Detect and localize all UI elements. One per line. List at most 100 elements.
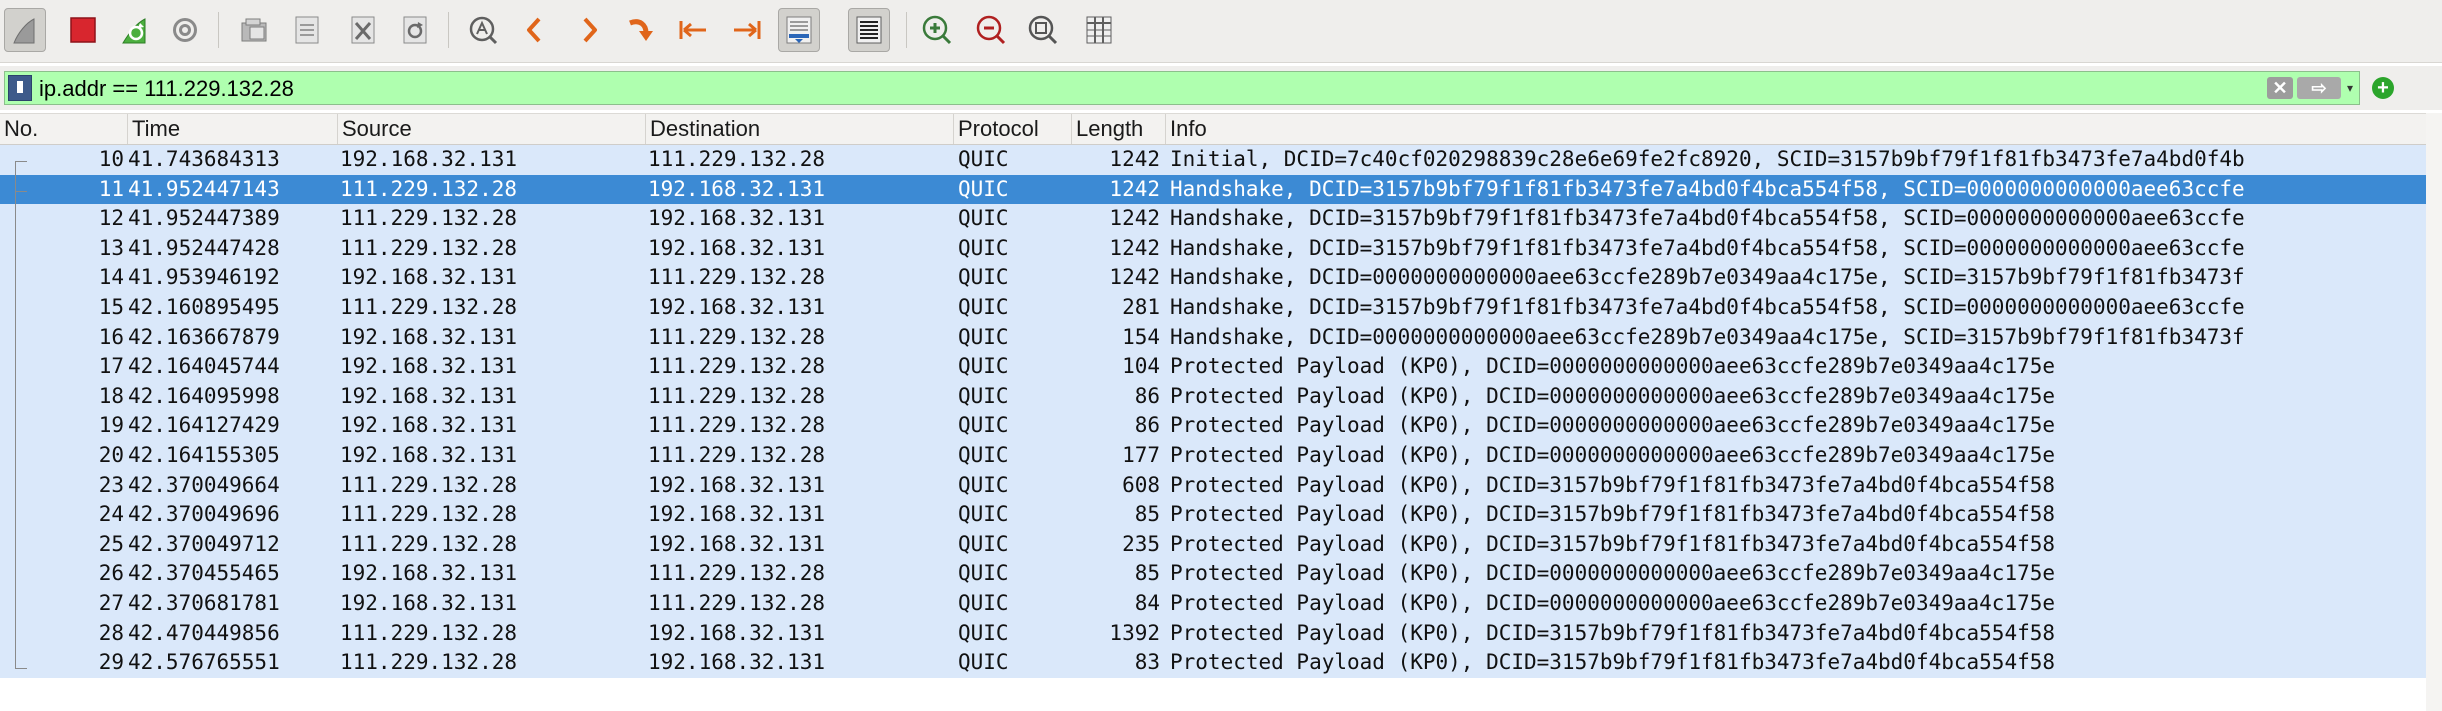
packet-info: Protected Payload (KP0), DCID=0000000000…: [1170, 561, 2056, 586]
packet-row[interactable]: 17 42.164045744 192.168.32.131 111.229.132.…: [0, 352, 2426, 382]
packet-list[interactable]: 10 41.743684313 192.168.32.131 111.229.132.…: [0, 145, 2426, 679]
packet-protocol: QUIC: [958, 294, 1009, 319]
vertical-scrollbar[interactable]: [2426, 113, 2442, 711]
colorize-icon: [856, 16, 882, 44]
packet-protocol: QUIC: [958, 620, 1009, 645]
packet-destination: 192.168.32.131: [648, 206, 826, 231]
packet-row[interactable]: 12 41.952447389 111.229.132.28 192.168.32.1…: [0, 204, 2426, 234]
go-to-packet-button[interactable]: [620, 8, 662, 52]
capture-options-button[interactable]: [164, 8, 206, 52]
stop-capture-button[interactable]: [62, 8, 104, 52]
packet-destination: 111.229.132.28: [648, 354, 826, 379]
column-header-source[interactable]: Source: [338, 114, 646, 144]
find-packet-button[interactable]: [462, 8, 504, 52]
go-back-arrow-icon: [527, 17, 541, 43]
packet-info: Protected Payload (KP0), DCID=3157b9bf79…: [1170, 650, 2056, 675]
display-filter-bar: ip.addr == 111.229.132.28 ✕ ⇨ ▾ +: [0, 66, 2442, 110]
packet-row[interactable]: 20 42.164155305 192.168.32.131 111.229.132.…: [0, 440, 2426, 471]
packet-protocol: QUIC: [958, 531, 1009, 556]
go-back-button[interactable]: [514, 8, 556, 52]
packet-row[interactable]: 23 42.370049664 111.229.132.28 192.168.32.1…: [0, 470, 2426, 501]
packet-destination: 192.168.32.131: [648, 235, 826, 260]
display-filter-input[interactable]: ip.addr == 111.229.132.28 ✕ ⇨ ▾: [4, 71, 2360, 105]
main-toolbar: [0, 0, 2442, 63]
normal-size-button[interactable]: [1022, 8, 1064, 52]
packet-row[interactable]: 28 42.470449856 111.229.132.28 192.168.32.1…: [0, 618, 2426, 649]
packet-source: 192.168.32.131: [340, 413, 518, 438]
column-header-destination[interactable]: Destination: [646, 114, 954, 144]
apply-filter-button[interactable]: ⇨: [2297, 77, 2341, 99]
go-last-packet-icon: [734, 21, 761, 39]
close-file-button[interactable]: [342, 8, 384, 52]
zoom-out-icon: [976, 15, 1006, 45]
packet-row[interactable]: 19 42.164127429 192.168.32.131 111.229.132.…: [0, 411, 2426, 441]
packet-row[interactable]: 13 41.952447428 111.229.132.28 192.168.32.1…: [0, 233, 2426, 264]
packet-destination: 111.229.132.28: [648, 561, 826, 586]
packet-info: Protected Payload (KP0), DCID=3157b9bf79…: [1170, 472, 2056, 497]
packet-row[interactable]: 29 42.576765551 111.229.132.28 192.168.32.1…: [0, 648, 2426, 678]
reload-file-button[interactable]: [394, 8, 436, 52]
packet-destination: 192.168.32.131: [648, 620, 826, 645]
zoom-out-button[interactable]: [970, 8, 1012, 52]
packet-time: 42.163667879: [128, 324, 280, 349]
zoom-in-button[interactable]: [916, 8, 958, 52]
packet-info: Protected Payload (KP0), DCID=3157b9bf79…: [1170, 620, 2056, 645]
go-last-packet-button[interactable]: [726, 8, 768, 52]
save-file-icon: [295, 16, 319, 44]
packet-row-selected[interactable]: 11 41.952447143 111.229.132.28 192.168.32.1…: [0, 174, 2426, 205]
tree-line: [15, 161, 27, 162]
packet-destination: 192.168.32.131: [648, 531, 826, 556]
packet-length: 1242: [1109, 235, 1160, 260]
open-file-button[interactable]: [234, 8, 276, 52]
filter-bookmark-icon[interactable]: [8, 75, 32, 101]
column-header-time[interactable]: Time: [128, 114, 338, 144]
restart-capture-button[interactable]: [114, 8, 156, 52]
resize-columns-button[interactable]: [1078, 8, 1120, 52]
go-to-packet-icon: [629, 19, 653, 41]
packet-row[interactable]: 18 42.164095998 192.168.32.131 111.229.132.…: [0, 381, 2426, 412]
packet-time: 42.370049664: [128, 472, 280, 497]
packet-protocol: QUIC: [958, 472, 1009, 497]
column-header-length[interactable]: Length: [1072, 114, 1166, 144]
packet-row[interactable]: 26 42.370455465 192.168.32.131 111.229.132.…: [0, 559, 2426, 589]
packet-length: 177: [1122, 442, 1160, 467]
packet-destination: 192.168.32.131: [648, 502, 826, 527]
column-header-protocol[interactable]: Protocol: [954, 114, 1072, 144]
packet-source: 111.229.132.28: [340, 620, 518, 645]
packet-time: 42.160895495: [128, 294, 280, 319]
packet-length: 86: [1134, 413, 1160, 438]
go-forward-arrow-icon: [583, 17, 597, 43]
packet-row[interactable]: 24 42.370049696 111.229.132.28 192.168.32.1…: [0, 500, 2426, 530]
packet-protocol: QUIC: [958, 206, 1009, 231]
packet-info: Protected Payload (KP0), DCID=3157b9bf79…: [1170, 502, 2056, 527]
column-header-info[interactable]: Info: [1166, 114, 2426, 144]
colorize-button[interactable]: [848, 8, 890, 52]
packet-row[interactable]: 14 41.953946192 192.168.32.131 111.229.132.…: [0, 263, 2426, 293]
clear-filter-button[interactable]: ✕: [2267, 77, 2293, 99]
packet-list-header: No. Time Source Destination Protocol Len…: [0, 113, 2426, 145]
packet-time: 42.370049712: [128, 531, 280, 556]
filter-history-dropdown-icon[interactable]: ▾: [2343, 80, 2357, 96]
packet-source: 111.229.132.28: [340, 472, 518, 497]
packet-row[interactable]: 27 42.370681781 192.168.32.131 111.229.132.…: [0, 588, 2426, 619]
go-forward-button[interactable]: [568, 8, 610, 52]
packet-row[interactable]: 10 41.743684313 192.168.32.131 111.229.132.…: [0, 145, 2426, 175]
auto-scroll-button[interactable]: [778, 8, 820, 52]
packet-length: 154: [1122, 324, 1160, 349]
packet-length: 85: [1134, 502, 1160, 527]
packet-time: 42.470449856: [128, 620, 280, 645]
packet-info: Protected Payload (KP0), DCID=0000000000…: [1170, 383, 2056, 408]
add-filter-button[interactable]: +: [2372, 77, 2394, 99]
display-filter-text[interactable]: ip.addr == 111.229.132.28: [39, 76, 294, 102]
packet-row[interactable]: 16 42.163667879 192.168.32.131 111.229.132.…: [0, 322, 2426, 353]
save-file-button[interactable]: [286, 8, 328, 52]
go-first-packet-button[interactable]: [672, 8, 714, 52]
packet-info: Initial, DCID=7c40cf020298839c28e6e69fe2…: [1170, 147, 2245, 171]
packet-protocol: QUIC: [958, 265, 1009, 290]
packet-row[interactable]: 15 42.160895495 111.229.132.28 192.168.32.1…: [0, 292, 2426, 323]
start-capture-button[interactable]: [4, 8, 46, 52]
packet-source: 192.168.32.131: [340, 147, 518, 171]
column-header-no[interactable]: No.: [0, 114, 128, 144]
packet-row[interactable]: 25 42.370049712 111.229.132.28 192.168.32.1…: [0, 529, 2426, 560]
packet-length: 1242: [1109, 265, 1160, 290]
